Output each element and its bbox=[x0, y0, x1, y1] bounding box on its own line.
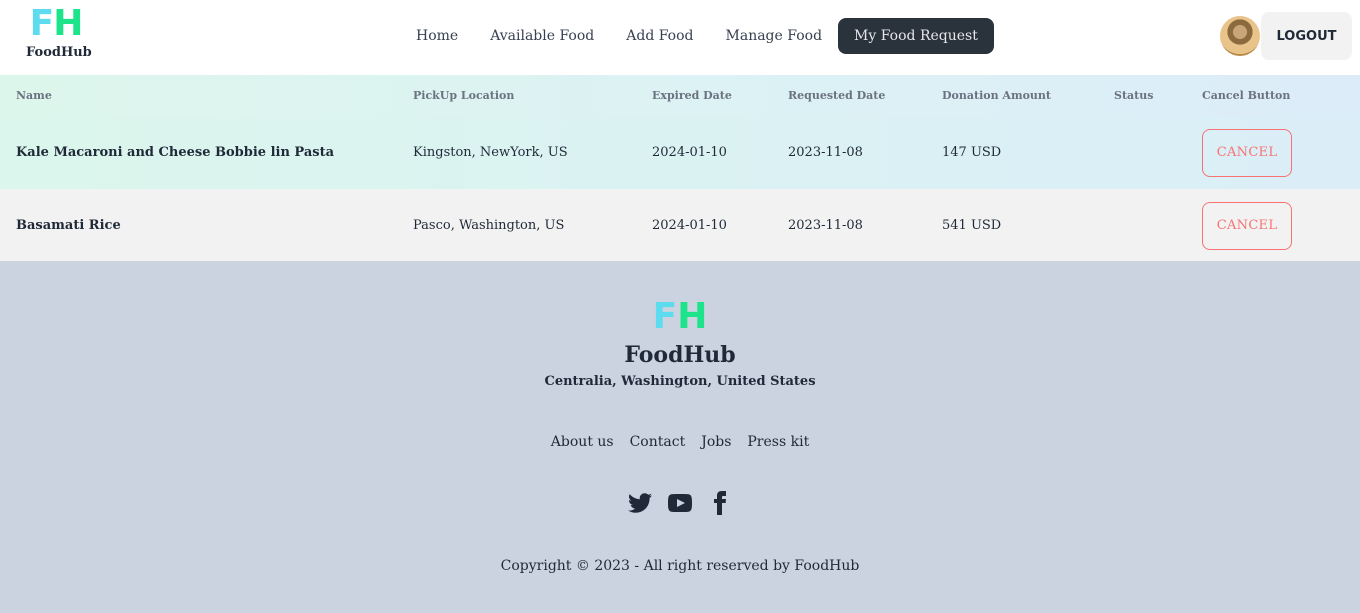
requested-date: 2023-11-08 bbox=[788, 218, 863, 233]
food-name: Kale Macaroni and Cheese Bobbie lin Past… bbox=[16, 145, 335, 160]
table-row: Basamati Rice Pasco, Washington, US 2024… bbox=[0, 189, 1360, 262]
logout-button[interactable]: LOGOUT bbox=[1261, 12, 1352, 60]
requested-date: 2023-11-08 bbox=[788, 145, 863, 160]
header-pickup-location: PickUp Location bbox=[413, 89, 515, 102]
footer-link-about[interactable]: About us bbox=[551, 434, 614, 450]
footer-address: Centralia, Washington, United States bbox=[544, 374, 816, 389]
donation-amount: 541 USD bbox=[942, 218, 1002, 233]
youtube-icon[interactable] bbox=[668, 491, 692, 515]
brand-logo: FH bbox=[26, 6, 86, 42]
expired-date: 2024-01-10 bbox=[652, 145, 727, 160]
navbar: FH FoodHub Home Available Food Add Food … bbox=[0, 0, 1360, 75]
footer-social bbox=[0, 491, 1360, 515]
footer-logo-letter-h: H bbox=[677, 296, 708, 337]
header-status: Status bbox=[1114, 89, 1154, 102]
footer-logo-letter-f: F bbox=[652, 296, 678, 337]
requests-table: Name PickUp Location Expired Date Reques… bbox=[0, 75, 1360, 262]
footer-links: About us Contact Jobs Press kit bbox=[0, 434, 1360, 450]
nav-available-food[interactable]: Available Food bbox=[474, 18, 610, 54]
footer-link-jobs[interactable]: Jobs bbox=[701, 434, 731, 450]
twitter-icon[interactable] bbox=[628, 491, 652, 515]
footer: FH FoodHub Centralia, Washington, United… bbox=[0, 261, 1360, 613]
table-row: Kale Macaroni and Cheese Bobbie lin Past… bbox=[0, 116, 1360, 189]
cancel-cell: CANCEL bbox=[1202, 189, 1360, 262]
pickup-location: Kingston, NewYork, US bbox=[413, 145, 568, 160]
table-header-row: Name PickUp Location Expired Date Reques… bbox=[0, 75, 1360, 116]
cancel-button[interactable]: CANCEL bbox=[1202, 128, 1292, 177]
header-name: Name bbox=[16, 89, 52, 102]
footer-link-press-kit[interactable]: Press kit bbox=[747, 434, 809, 450]
nav-my-food-request[interactable]: My Food Request bbox=[838, 18, 994, 54]
footer-logo: FH bbox=[0, 299, 1360, 335]
header-requested-date: Requested Date bbox=[788, 89, 886, 102]
footer-link-contact[interactable]: Contact bbox=[630, 434, 686, 450]
footer-brand-name: FoodHub bbox=[624, 342, 736, 368]
copyright: Copyright © 2023 - All right reserved by… bbox=[500, 558, 860, 574]
logo-letter-f: F bbox=[29, 3, 55, 44]
brand-name: FoodHub bbox=[26, 45, 92, 60]
nav-manage-food[interactable]: Manage Food bbox=[710, 18, 839, 54]
nav-links: Home Available Food Add Food Manage Food… bbox=[400, 18, 994, 54]
header-expired-date: Expired Date bbox=[652, 89, 732, 102]
requests-table-container: Name PickUp Location Expired Date Reques… bbox=[0, 75, 1360, 262]
nav-home[interactable]: Home bbox=[400, 18, 474, 54]
facebook-icon[interactable] bbox=[708, 491, 732, 515]
logo-letter-h: H bbox=[53, 3, 83, 44]
status bbox=[1114, 116, 1202, 189]
status bbox=[1114, 189, 1202, 262]
donation-amount: 147 USD bbox=[942, 145, 1002, 160]
cancel-button[interactable]: CANCEL bbox=[1202, 201, 1292, 250]
expired-date: 2024-01-10 bbox=[652, 218, 727, 233]
cancel-cell: CANCEL bbox=[1202, 116, 1360, 189]
brand[interactable]: FH FoodHub bbox=[26, 6, 92, 61]
pickup-location: Pasco, Washington, US bbox=[413, 218, 565, 233]
header-donation-amount: Donation Amount bbox=[942, 89, 1052, 102]
avatar[interactable] bbox=[1220, 16, 1260, 56]
nav-add-food[interactable]: Add Food bbox=[610, 18, 709, 54]
food-name: Basamati Rice bbox=[16, 218, 121, 233]
header-cancel-button: Cancel Button bbox=[1202, 89, 1291, 102]
